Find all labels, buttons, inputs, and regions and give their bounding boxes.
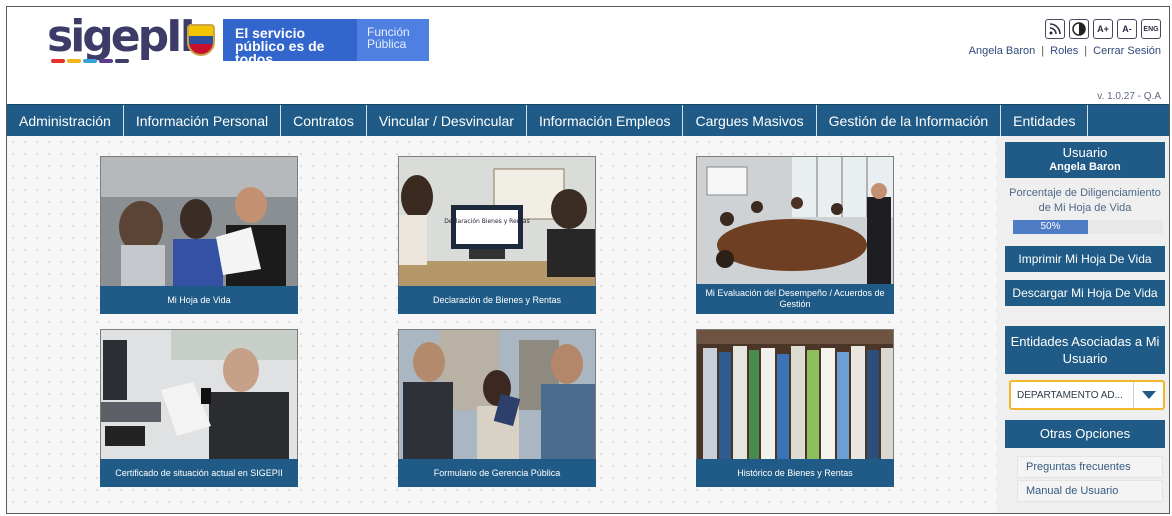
card-historico-bienes[interactable]: Histórico de Bienes y Rentas — [696, 329, 894, 487]
english-button[interactable]: ENG — [1141, 19, 1161, 39]
entity-select[interactable]: DEPARTAMENTO AD... — [1009, 380, 1165, 410]
card-image — [696, 329, 894, 461]
user-name-link[interactable]: Angela Baron — [969, 45, 1036, 57]
nav-item-administracion[interactable]: Administración — [7, 105, 124, 137]
sigep-logo[interactable]: sigepII — [47, 11, 196, 63]
entity-select-value: DEPARTAMENTO AD... — [1017, 389, 1123, 401]
roles-link[interactable]: Roles — [1050, 45, 1078, 57]
card-hoja-de-vida[interactable]: Mi Hoja de Vida — [100, 156, 298, 314]
contrast-icon[interactable] — [1069, 19, 1089, 39]
nav-item-informacion-personal[interactable]: Información Personal — [124, 105, 282, 137]
entities-header: Entidades Asociadas a Mi Usuario — [1005, 326, 1165, 374]
card-certificado-situacion[interactable]: Certificado de situación actual en SIGEP… — [100, 329, 298, 487]
rss-icon[interactable] — [1045, 19, 1065, 39]
app-frame: sigepII El servicio público es de todos … — [6, 6, 1170, 514]
header: sigepII El servicio público es de todos … — [7, 7, 1169, 103]
card-image: Declaración Bienes y Rentas — [398, 156, 596, 288]
main-nav: Administración Información Personal Cont… — [7, 104, 1169, 137]
nav-item-contratos[interactable]: Contratos — [281, 105, 367, 137]
nav-item-informacion-empleos[interactable]: Información Empleos — [527, 105, 684, 137]
card-label: Mi Hoja de Vida — [100, 286, 298, 314]
gov-slogan: El servicio público es de todos — [223, 19, 357, 66]
government-badge: El servicio público es de todos Función … — [179, 19, 437, 66]
sidebar: Usuario Angela Baron Porcentaje de Dilig… — [997, 136, 1169, 513]
cv-progress-bar: 50% — [1013, 220, 1163, 234]
nav-item-gestion-informacion[interactable]: Gestión de la Información — [817, 105, 1002, 137]
card-image — [100, 156, 298, 288]
card-image — [398, 329, 596, 461]
faq-link[interactable]: Preguntas frecuentes — [1017, 456, 1163, 478]
progress-fill: 50% — [1013, 220, 1088, 234]
user-panel-title: Usuario — [1062, 145, 1108, 160]
nav-item-entidades[interactable]: Entidades — [1001, 105, 1089, 137]
chevron-down-icon[interactable] — [1133, 382, 1163, 408]
user-links: Angela Baron | Roles | Cerrar Sesión — [968, 45, 1161, 57]
logout-link[interactable]: Cerrar Sesión — [1093, 45, 1161, 57]
main-content: Mi Hoja de Vida Declaración Bienes y Ren… — [7, 136, 997, 513]
progress-label: Porcentaje de Diligenciamiento de Mi Hoj… — [1009, 187, 1161, 214]
coat-of-arms-icon — [179, 19, 223, 61]
funcion-publica-label: Función Pública — [357, 19, 429, 61]
print-cv-button[interactable]: Imprimir Mi Hoja De Vida — [1005, 246, 1165, 272]
header-tools: A+ A- ENG Angela Baron | Roles | Cerrar Sesi… — [969, 19, 1161, 57]
other-options-header: Otras Opciones — [1005, 420, 1165, 448]
user-manual-link[interactable]: Manual de Usuario — [1017, 480, 1163, 502]
card-image — [696, 156, 894, 288]
nav-item-vincular[interactable]: Vincular / Desvincular — [367, 105, 527, 137]
nav-item-cargues-masivos[interactable]: Cargues Masivos — [683, 105, 817, 137]
card-label: Histórico de Bienes y Rentas — [696, 459, 894, 487]
card-formulario-gerencia[interactable]: Formulario de Gerencia Pública — [398, 329, 596, 487]
version-label: v. 1.0.27 - Q.A — [1097, 91, 1161, 102]
card-image — [100, 329, 298, 461]
font-decrease-button[interactable]: A- — [1117, 19, 1137, 39]
screen-text: Declaración Bienes y Rentas — [444, 218, 529, 225]
download-cv-button[interactable]: Descargar Mi Hoja De Vida — [1005, 280, 1165, 306]
font-increase-button[interactable]: A+ — [1093, 19, 1113, 39]
card-evaluacion-desempeno[interactable]: Mi Evaluación del Desempeño / Acuerdos d… — [696, 156, 894, 314]
card-label: Formulario de Gerencia Pública — [398, 459, 596, 487]
card-label: Mi Evaluación del Desempeño / Acuerdos d… — [696, 284, 894, 314]
card-label: Certificado de situación actual en SIGEP… — [100, 459, 298, 487]
card-declaracion-bienes[interactable]: Declaración Bienes y Rentas Declaración … — [398, 156, 596, 314]
user-panel-header: Usuario Angela Baron — [1005, 142, 1165, 178]
card-label: Declaración de Bienes y Rentas — [398, 286, 596, 314]
accessibility-bar: A+ A- ENG — [969, 19, 1161, 39]
user-panel-name: Angela Baron — [1049, 161, 1121, 173]
logo-wordmark: sigepII — [47, 11, 196, 62]
